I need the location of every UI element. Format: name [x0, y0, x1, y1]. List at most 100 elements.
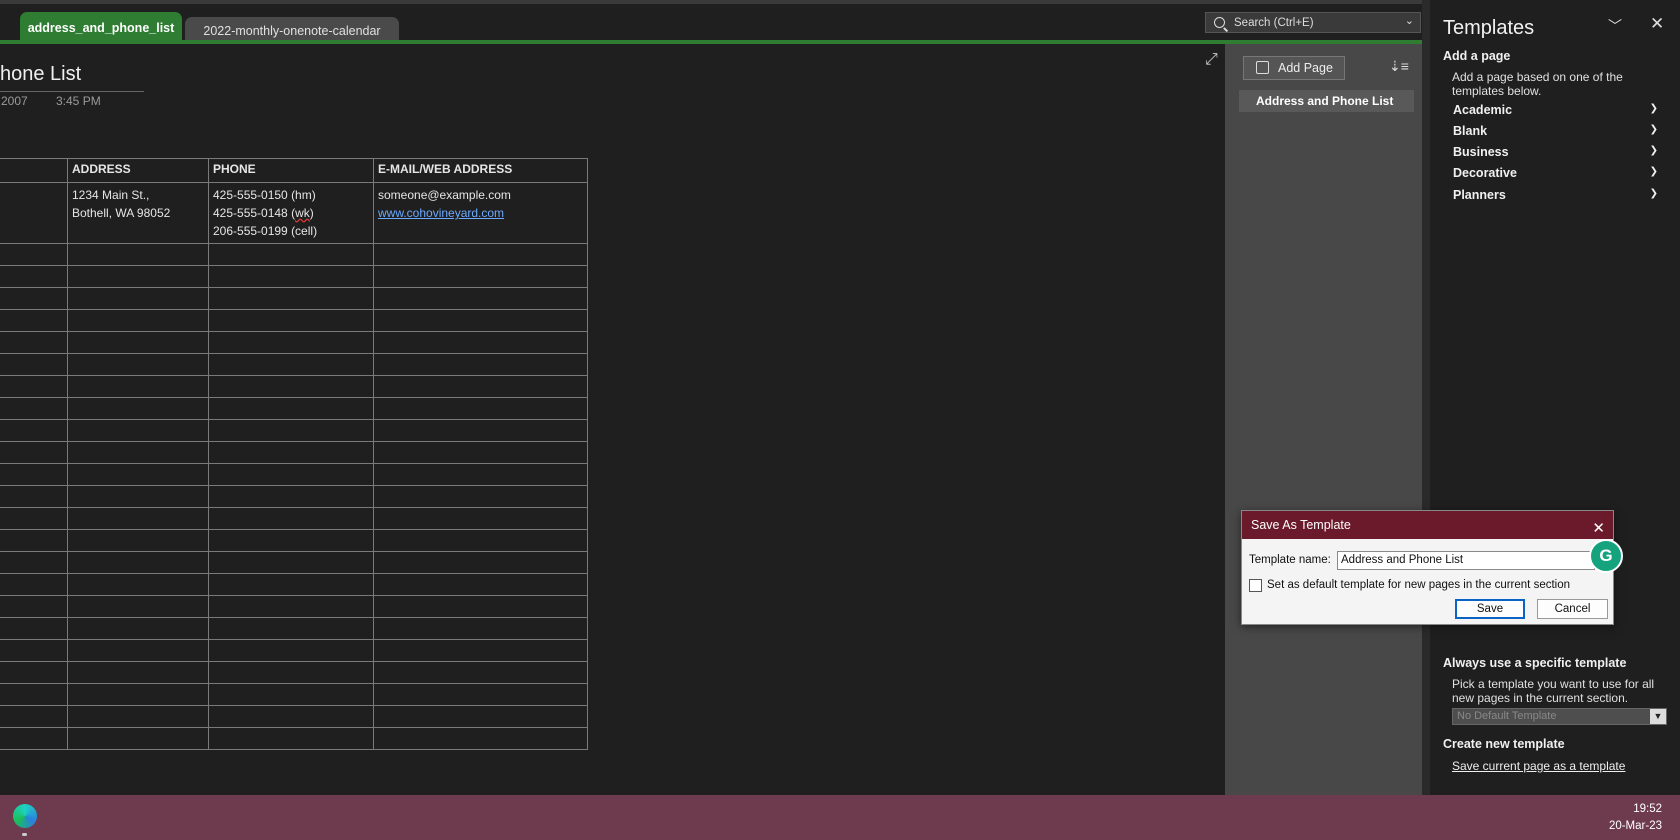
- chevron-down-icon[interactable]: ▼: [1650, 709, 1666, 724]
- save-button[interactable]: Save: [1455, 599, 1525, 619]
- table-cell[interactable]: [208, 661, 374, 684]
- table-cell[interactable]: [0, 551, 68, 574]
- table-cell[interactable]: [208, 265, 374, 288]
- table-cell[interactable]: [67, 683, 209, 706]
- table-cell[interactable]: [0, 419, 68, 442]
- table-cell[interactable]: [67, 507, 209, 530]
- table-cell[interactable]: [208, 485, 374, 508]
- table-cell[interactable]: [208, 287, 374, 310]
- table-cell[interactable]: [0, 507, 68, 530]
- table-cell[interactable]: [208, 463, 374, 486]
- table-cell[interactable]: [373, 705, 588, 728]
- default-template-select[interactable]: No Default Template ▼: [1452, 708, 1667, 725]
- table-header-cell[interactable]: E-MAIL/WEB ADDRESS: [373, 158, 588, 183]
- table-cell[interactable]: [208, 331, 374, 354]
- table-cell[interactable]: [373, 639, 588, 662]
- table-cell[interactable]: [67, 529, 209, 552]
- table-cell[interactable]: [208, 639, 374, 662]
- default-template-checkbox[interactable]: [1249, 579, 1262, 592]
- table-cell[interactable]: [208, 243, 374, 266]
- table-cell[interactable]: [373, 353, 588, 376]
- checkbox-label[interactable]: Set as default template for new pages in…: [1267, 579, 1570, 591]
- table-cell[interactable]: [67, 353, 209, 376]
- category-decorative[interactable]: Decorative ❯: [1453, 166, 1658, 180]
- table-cell[interactable]: [208, 441, 374, 464]
- table-cell[interactable]: [208, 309, 374, 332]
- table-cell[interactable]: [0, 683, 68, 706]
- table-cell[interactable]: [373, 441, 588, 464]
- category-academic[interactable]: Academic ❯: [1453, 103, 1658, 117]
- table-cell[interactable]: [208, 375, 374, 398]
- table-cell[interactable]: [208, 529, 374, 552]
- web-link[interactable]: www.cohovineyard.com: [378, 204, 583, 222]
- clock-time[interactable]: 19:52: [1633, 803, 1662, 815]
- table-cell[interactable]: [208, 507, 374, 530]
- table-cell[interactable]: [208, 705, 374, 728]
- table-cell[interactable]: [373, 375, 588, 398]
- table-cell[interactable]: [67, 397, 209, 420]
- table-cell[interactable]: [0, 485, 68, 508]
- table-cell[interactable]: [67, 441, 209, 464]
- table-cell[interactable]: [373, 243, 588, 266]
- table-cell[interactable]: [67, 661, 209, 684]
- table-cell[interactable]: [0, 353, 68, 376]
- chevron-down-icon[interactable]: ﹀: [1608, 16, 1622, 36]
- page-list-item[interactable]: Address and Phone List: [1239, 90, 1414, 112]
- table-header-cell[interactable]: PHONE: [208, 158, 374, 183]
- table-cell[interactable]: [0, 529, 68, 552]
- table-cell-phone[interactable]: 425-555-0150 (hm) 425-555-0148 (wk) 206-…: [208, 182, 374, 244]
- table-cell[interactable]: [67, 331, 209, 354]
- table-cell[interactable]: [208, 683, 374, 706]
- table-cell[interactable]: [208, 727, 374, 750]
- table-cell[interactable]: [0, 287, 68, 310]
- category-blank[interactable]: Blank ❯: [1453, 124, 1658, 138]
- table-cell[interactable]: [208, 551, 374, 574]
- table-cell[interactable]: [208, 353, 374, 376]
- table-cell[interactable]: [0, 639, 68, 662]
- table-cell[interactable]: [67, 485, 209, 508]
- table-cell[interactable]: [0, 309, 68, 332]
- table-cell[interactable]: [373, 529, 588, 552]
- table-cell[interactable]: [67, 617, 209, 640]
- table-cell[interactable]: [67, 265, 209, 288]
- table-cell[interactable]: [373, 265, 588, 288]
- table-cell[interactable]: [67, 463, 209, 486]
- grammarly-icon[interactable]: G: [1589, 539, 1623, 573]
- table-cell[interactable]: [67, 309, 209, 332]
- close-icon[interactable]: ✕: [1650, 14, 1664, 34]
- table-cell[interactable]: [0, 595, 68, 618]
- table-cell[interactable]: [0, 397, 68, 420]
- table-cell[interactable]: [373, 287, 588, 310]
- expand-icon[interactable]: ⤢: [1205, 51, 1221, 68]
- table-cell[interactable]: [0, 375, 68, 398]
- table-cell[interactable]: [373, 309, 588, 332]
- table-cell[interactable]: [0, 331, 68, 354]
- table-cell[interactable]: [67, 595, 209, 618]
- save-as-template-link[interactable]: Save current page as a template: [1452, 759, 1625, 773]
- table-cell[interactable]: [373, 617, 588, 640]
- table-cell[interactable]: [0, 705, 68, 728]
- table-cell[interactable]: [208, 573, 374, 596]
- page-title[interactable]: hone List: [0, 63, 81, 86]
- cancel-button[interactable]: Cancel: [1537, 599, 1608, 619]
- sort-icon[interactable]: ⇣≡: [1389, 58, 1409, 76]
- table-cell[interactable]: [373, 551, 588, 574]
- table-cell[interactable]: [0, 182, 68, 244]
- table-cell[interactable]: [0, 661, 68, 684]
- table-cell[interactable]: [67, 727, 209, 750]
- table-cell-address[interactable]: 1234 Main St., Bothell, WA 98052: [67, 182, 209, 244]
- table-cell[interactable]: [373, 661, 588, 684]
- table-cell[interactable]: [373, 727, 588, 750]
- table-cell[interactable]: [0, 573, 68, 596]
- table-header-cell[interactable]: [0, 158, 68, 183]
- table-cell[interactable]: [0, 727, 68, 750]
- table-cell[interactable]: [67, 551, 209, 574]
- table-cell[interactable]: [67, 243, 209, 266]
- table-cell[interactable]: [0, 441, 68, 464]
- category-business[interactable]: Business ❯: [1453, 145, 1658, 159]
- table-cell[interactable]: [373, 331, 588, 354]
- table-cell[interactable]: [373, 507, 588, 530]
- clock-date[interactable]: 20-Mar-23: [1609, 820, 1662, 832]
- table-cell[interactable]: [67, 375, 209, 398]
- table-cell[interactable]: [67, 639, 209, 662]
